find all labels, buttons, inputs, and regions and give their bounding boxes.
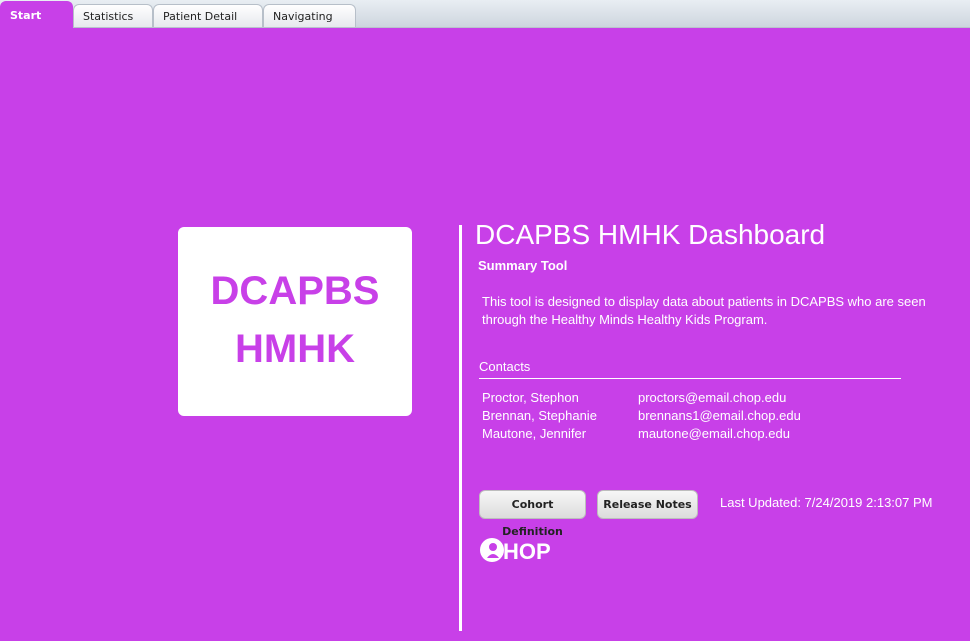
logo-line-1: DCAPBS	[210, 269, 380, 313]
contact-row: Proctor, Stephon proctors@email.chop.edu	[482, 390, 801, 408]
tab-navigating[interactable]: Navigating	[263, 4, 356, 27]
page-title: DCAPBS HMHK Dashboard	[475, 219, 826, 250]
contact-email[interactable]: mautone@email.chop.edu	[638, 426, 790, 441]
page-subtitle: Summary Tool	[478, 258, 568, 273]
tab-bar: Start Statistics Patient Detail Navigati…	[0, 0, 970, 28]
tab-patient-detail[interactable]: Patient Detail	[153, 4, 263, 27]
contact-email[interactable]: brennans1@email.chop.edu	[638, 408, 801, 423]
contacts-list: Proctor, Stephon proctors@email.chop.edu …	[482, 390, 801, 444]
tab-statistics[interactable]: Statistics	[73, 4, 153, 27]
chop-logo-text: HOP	[503, 539, 551, 564]
contact-row: Mautone, Jennifer mautone@email.chop.edu	[482, 426, 801, 444]
chop-logo: HOP	[479, 535, 569, 565]
contact-name: Mautone, Jennifer	[482, 426, 587, 441]
chop-logo-icon: HOP	[480, 538, 551, 564]
dashboard-logo-card: DCAPBS HMHK	[178, 227, 412, 416]
tab-start[interactable]: Start	[0, 1, 73, 28]
release-notes-button[interactable]: Release Notes	[597, 490, 698, 519]
last-updated-text: Last Updated: 7/24/2019 2:13:07 PM	[720, 495, 933, 510]
contact-row: Brennan, Stephanie brennans1@email.chop.e…	[482, 408, 801, 426]
contact-name: Brennan, Stephanie	[482, 408, 597, 423]
contact-email[interactable]: proctors@email.chop.edu	[638, 390, 786, 405]
divider-vertical	[459, 225, 462, 631]
contact-name: Proctor, Stephon	[482, 390, 579, 405]
contacts-heading: Contacts	[479, 359, 531, 374]
description-text: This tool is designed to display data ab…	[482, 294, 926, 327]
contacts-divider	[479, 378, 901, 379]
logo-line-2: HMHK	[235, 327, 355, 371]
cohort-definition-button[interactable]: Cohort Definition	[479, 490, 586, 538]
